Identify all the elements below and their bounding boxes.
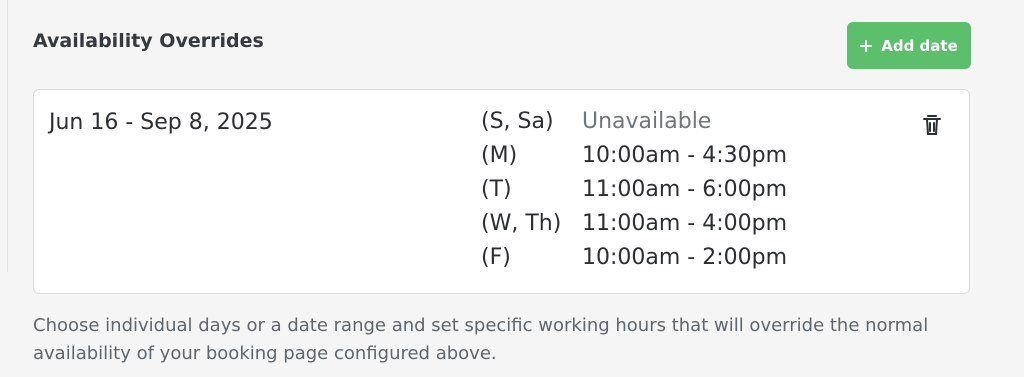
override-date-range: Jun 16 - Sep 8, 2025 <box>49 110 273 135</box>
schedule-days: (M) <box>481 143 518 168</box>
availability-override-card: Jun 16 - Sep 8, 2025 (S, Sa) Unavailable… <box>33 89 970 294</box>
plus-icon <box>860 39 873 52</box>
schedule-hours: 11:00am - 4:00pm <box>582 211 788 236</box>
left-divider <box>7 0 8 272</box>
schedule-hours: 10:00am - 4:30pm <box>582 143 788 168</box>
add-date-button-label: Add date <box>881 36 958 55</box>
schedule-days: (F) <box>481 245 511 270</box>
schedule-days: (W, Th) <box>481 211 562 236</box>
schedule-hours: Unavailable <box>582 109 712 134</box>
schedule-days: (T) <box>481 177 512 202</box>
trash-icon <box>921 113 943 137</box>
availability-overrides-page: Availability Overrides Add date Jun 16 -… <box>0 0 1024 377</box>
schedule-hours: 11:00am - 6:00pm <box>582 177 788 202</box>
delete-override-button[interactable] <box>919 112 945 138</box>
add-date-button[interactable]: Add date <box>847 22 971 69</box>
section-title: Availability Overrides <box>33 30 264 52</box>
availability-overrides-help-text: Choose individual days or a date range a… <box>33 315 929 364</box>
schedule-hours: 10:00am - 2:00pm <box>582 245 788 270</box>
schedule-days: (S, Sa) <box>481 109 554 134</box>
